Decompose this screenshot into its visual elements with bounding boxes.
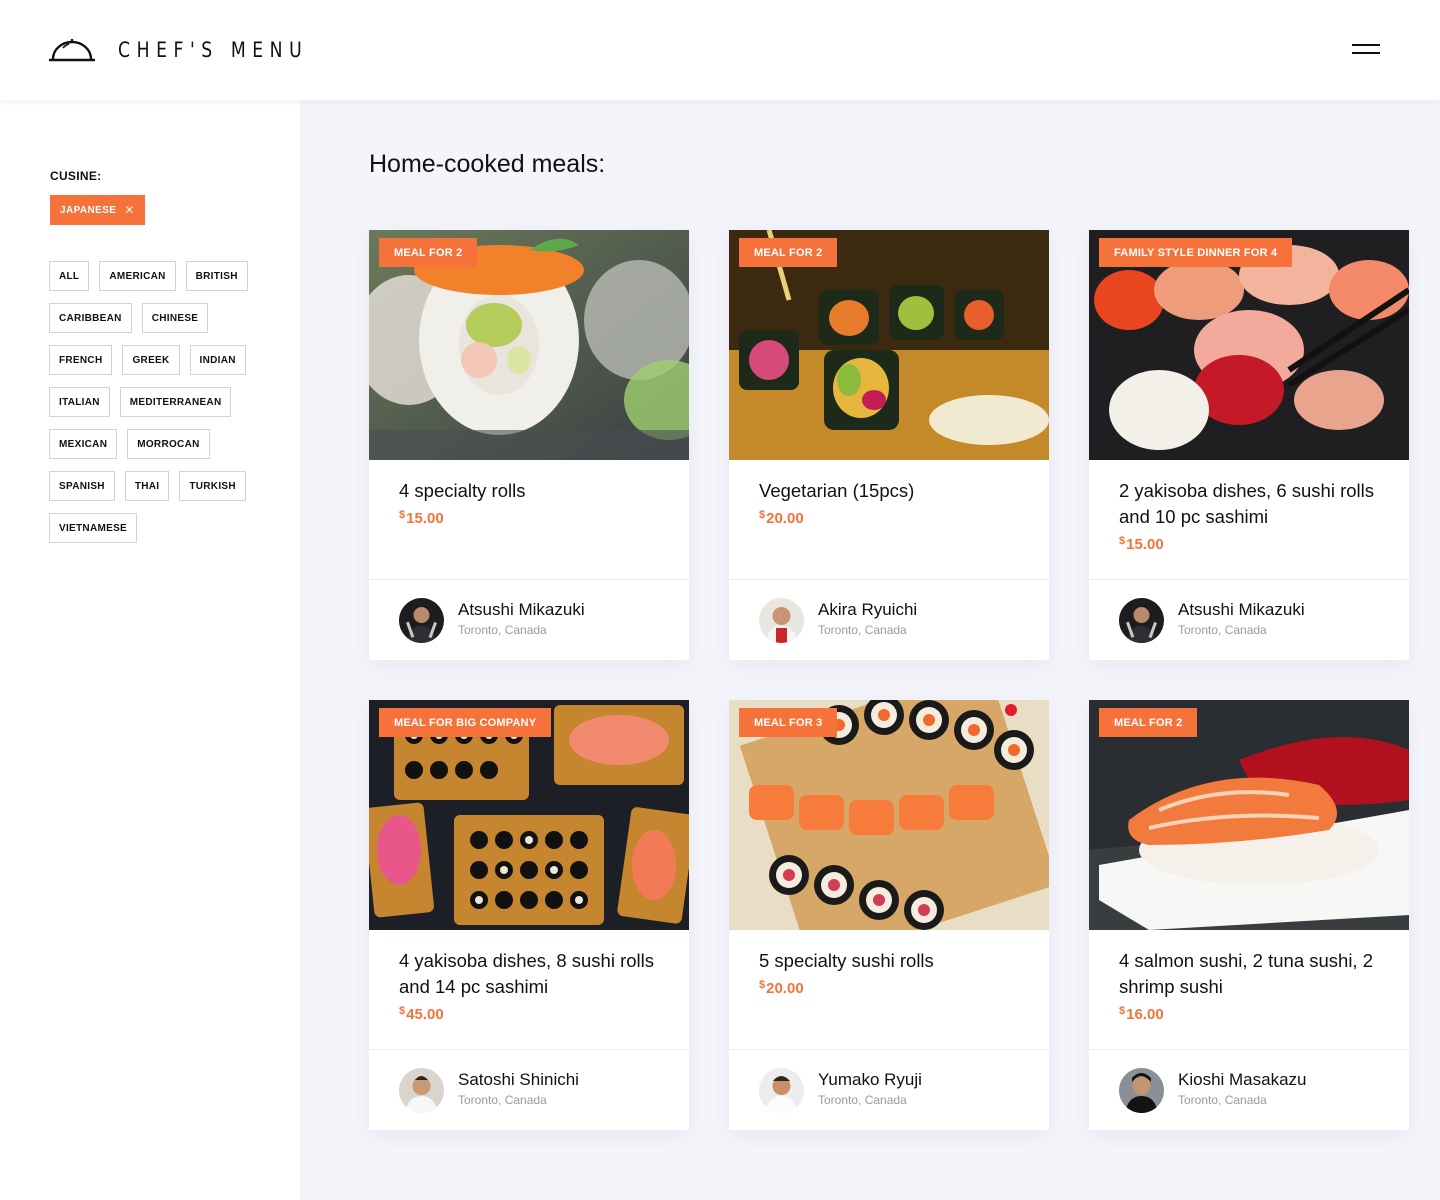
- chef-location: Toronto, Canada: [1178, 1093, 1267, 1107]
- currency-symbol: $: [1119, 535, 1126, 547]
- chef-avatar[interactable]: [1119, 1068, 1164, 1113]
- meal-title[interactable]: 4 yakisoba dishes, 8 sushi rolls and 14 …: [399, 948, 669, 1000]
- cuisine-tag-american[interactable]: AMERICAN: [99, 261, 176, 291]
- meal-title[interactable]: 5 specialty sushi rolls: [759, 948, 1029, 974]
- active-filter-label: JAPANESE: [60, 204, 117, 216]
- meal-price: $20.00: [759, 509, 1029, 527]
- cuisine-tag-chinese[interactable]: CHINESE: [141, 303, 209, 333]
- price-value: 15.00: [406, 510, 444, 527]
- meal-title[interactable]: 4 specialty rolls: [399, 478, 669, 504]
- cuisine-tag-indian[interactable]: INDIAN: [189, 345, 246, 375]
- chef-location: Toronto, Canada: [458, 1093, 547, 1107]
- price-value: 20.00: [766, 510, 804, 527]
- cuisine-tag-mediterranean[interactable]: MEDITERRANEAN: [119, 387, 232, 417]
- meal-size-badge: MEAL FOR BIG COMPANY: [379, 708, 552, 737]
- meal-price: $16.00: [1119, 1005, 1389, 1023]
- chef-location: Toronto, Canada: [818, 1093, 907, 1107]
- chef-info[interactable]: Satoshi Shinichi Toronto, Canada: [369, 1049, 689, 1130]
- meal-photo: MEAL FOR 3: [729, 700, 1049, 930]
- chef-location: Toronto, Canada: [818, 623, 907, 637]
- chef-avatar[interactable]: [1119, 598, 1164, 643]
- hamburger-menu-button[interactable]: [1350, 40, 1382, 60]
- chef-name[interactable]: Kioshi Masakazu: [1178, 1070, 1307, 1090]
- cuisine-tag-british[interactable]: BRITISH: [185, 261, 248, 291]
- meal-photo: MEAL FOR 2: [369, 230, 689, 460]
- cuisine-tag-italian[interactable]: ITALIAN: [49, 387, 110, 417]
- meal-photo: MEAL FOR 2: [1089, 700, 1409, 930]
- meal-price: $15.00: [399, 509, 669, 527]
- currency-symbol: $: [1119, 1005, 1126, 1017]
- meal-size-badge: MEAL FOR 2: [1099, 708, 1198, 737]
- meal-card[interactable]: MEAL FOR 2 Vegetarian (15pcs) $20.00 Aki…: [729, 230, 1049, 660]
- cuisine-tag-list: ALL AMERICAN BRITISH CARIBBEAN CHINESE FRENCH…: [49, 261, 259, 543]
- meal-price: $15.00: [1119, 535, 1389, 553]
- cuisine-tag-greek[interactable]: GREEK: [122, 345, 180, 375]
- cuisine-filter-label: CUSINE:: [50, 169, 102, 183]
- currency-symbol: $: [759, 979, 766, 991]
- chef-location: Toronto, Canada: [1178, 623, 1267, 637]
- chef-avatar[interactable]: [759, 598, 804, 643]
- meal-card[interactable]: MEAL FOR BIG COMPANY 4 yakisoba dishes, …: [369, 700, 689, 1130]
- chef-name[interactable]: Yumako Ryuji: [818, 1070, 922, 1090]
- meal-card[interactable]: FAMILY STYLE DINNER FOR 4 2 yakisoba dis…: [1089, 230, 1409, 660]
- meal-card[interactable]: MEAL FOR 2 4 specialty rolls $15.00 Atsu…: [369, 230, 689, 660]
- meal-photo: MEAL FOR BIG COMPANY: [369, 700, 689, 930]
- filter-sidebar: CUSINE: JAPANESE ✕ ALL AMERICAN BRITISH CAR…: [0, 100, 300, 1200]
- chef-info[interactable]: Atsushi Mikazuki Toronto, Canada: [369, 579, 689, 660]
- meal-title[interactable]: 4 salmon sushi, 2 tuna sushi, 2 shrimp s…: [1119, 948, 1389, 1000]
- meal-price: $45.00: [399, 1005, 669, 1023]
- cuisine-tag-thai[interactable]: THAI: [124, 471, 170, 501]
- cuisine-tag-mexican[interactable]: MEXICAN: [49, 429, 118, 459]
- currency-symbol: $: [759, 509, 766, 521]
- meal-card-grid: MEAL FOR 2 4 specialty rolls $15.00 Atsu…: [369, 230, 1409, 1130]
- chef-name[interactable]: Atsushi Mikazuki: [1178, 600, 1305, 620]
- cuisine-tag-turkish[interactable]: TURKISH: [179, 471, 246, 501]
- chef-info[interactable]: Akira Ryuichi Toronto, Canada: [729, 579, 1049, 660]
- meal-size-badge: FAMILY STYLE DINNER FOR 4: [1099, 238, 1293, 267]
- meal-size-badge: MEAL FOR 2: [379, 238, 478, 267]
- meal-card[interactable]: MEAL FOR 2 4 salmon sushi, 2 tuna sushi,…: [1089, 700, 1409, 1130]
- active-filter-chip[interactable]: JAPANESE ✕: [50, 195, 145, 225]
- hamburger-icon: [1352, 44, 1380, 46]
- meal-title[interactable]: 2 yakisoba dishes, 6 sushi rolls and 10 …: [1119, 478, 1389, 530]
- meal-title[interactable]: Vegetarian (15pcs): [759, 478, 1029, 504]
- meal-price: $20.00: [759, 979, 1029, 997]
- cuisine-tag-spanish[interactable]: SPANISH: [49, 471, 115, 501]
- chef-info[interactable]: Kioshi Masakazu Toronto, Canada: [1089, 1049, 1409, 1130]
- price-value: 16.00: [1126, 1006, 1164, 1023]
- meal-photo: MEAL FOR 2: [729, 230, 1049, 460]
- cuisine-tag-all[interactable]: ALL: [49, 261, 90, 291]
- cuisine-tag-morrocan[interactable]: MORROCAN: [127, 429, 210, 459]
- top-header: CHEF'S MENU: [0, 0, 1440, 100]
- meal-photo: FAMILY STYLE DINNER FOR 4: [1089, 230, 1409, 460]
- chef-avatar[interactable]: [759, 1068, 804, 1113]
- cloche-icon: [49, 37, 95, 63]
- price-value: 15.00: [1126, 536, 1164, 553]
- chef-info[interactable]: Atsushi Mikazuki Toronto, Canada: [1089, 579, 1409, 660]
- cuisine-tag-vietnamese[interactable]: VIETNAMESE: [49, 513, 138, 543]
- currency-symbol: $: [399, 509, 406, 521]
- price-value: 45.00: [406, 1006, 444, 1023]
- chef-name[interactable]: Satoshi Shinichi: [458, 1070, 579, 1090]
- chef-name[interactable]: Akira Ryuichi: [818, 600, 917, 620]
- page-title: Home-cooked meals:: [369, 150, 606, 178]
- chef-name[interactable]: Atsushi Mikazuki: [458, 600, 585, 620]
- chef-location: Toronto, Canada: [458, 623, 547, 637]
- meal-size-badge: MEAL FOR 3: [739, 708, 838, 737]
- cuisine-tag-caribbean[interactable]: CARIBBEAN: [49, 303, 132, 333]
- currency-symbol: $: [399, 1005, 406, 1017]
- price-value: 20.00: [766, 980, 804, 997]
- remove-filter-icon[interactable]: ✕: [124, 204, 134, 216]
- meal-size-badge: MEAL FOR 2: [739, 238, 838, 267]
- chef-info[interactable]: Yumako Ryuji Toronto, Canada: [729, 1049, 1049, 1130]
- brand-logo[interactable]: CHEF'S MENU: [49, 37, 350, 63]
- cuisine-tag-french[interactable]: FRENCH: [49, 345, 113, 375]
- chef-avatar[interactable]: [399, 1068, 444, 1113]
- chef-avatar[interactable]: [399, 598, 444, 643]
- brand-name: CHEF'S MENU: [118, 38, 309, 62]
- meal-card[interactable]: MEAL FOR 3 5 specialty sushi rolls $20.0…: [729, 700, 1049, 1130]
